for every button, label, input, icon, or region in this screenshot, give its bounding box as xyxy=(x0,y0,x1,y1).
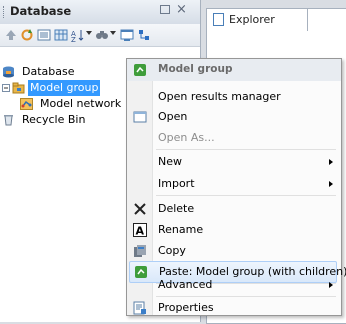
window-icon[interactable] xyxy=(120,28,134,42)
menu-item-delete[interactable]: Delete xyxy=(127,198,341,220)
tab-explorer[interactable]: Explorer xyxy=(206,8,308,31)
up-arrow-icon[interactable] xyxy=(4,28,18,42)
menu-item-open-results-manager[interactable]: Open results manager xyxy=(127,86,341,108)
menu-separator xyxy=(156,149,336,150)
menu-item-rename[interactable]: A Rename xyxy=(127,219,341,241)
list-view-icon[interactable] xyxy=(37,28,51,42)
menu-item-label: Copy xyxy=(158,244,186,257)
copy-icon xyxy=(134,245,146,257)
model-group-icon xyxy=(12,82,25,94)
menu-item-import[interactable]: Import xyxy=(127,173,341,195)
svg-text:Z: Z xyxy=(71,36,76,42)
menu-item-label: Delete xyxy=(158,202,195,215)
database-panel-header: Database × xyxy=(0,0,200,25)
menu-item-open[interactable]: Open xyxy=(127,106,341,128)
grip-handle[interactable] xyxy=(3,6,6,18)
menu-item-label: Open results manager xyxy=(158,90,281,103)
recycle-bin-icon xyxy=(4,115,13,126)
network-icon[interactable] xyxy=(137,28,151,42)
model-group-header-icon xyxy=(134,64,146,76)
menu-item-new[interactable]: New xyxy=(127,151,341,173)
grid-view-icon[interactable] xyxy=(54,28,68,42)
tree-item-label: Model network xyxy=(40,97,122,110)
tree-item-label: Database xyxy=(22,65,75,78)
restore-icon[interactable] xyxy=(160,5,170,14)
menu-header-label: Model group xyxy=(158,63,233,75)
submenu-arrow-icon xyxy=(329,181,333,187)
menu-item-copy[interactable]: Copy xyxy=(127,240,341,262)
explorer-icon xyxy=(213,13,224,26)
menu-item-label: Open As... xyxy=(158,131,215,144)
properties-icon xyxy=(133,301,146,315)
menu-item-open-as[interactable]: Open As... xyxy=(127,127,341,149)
menu-item-label: Open xyxy=(158,110,188,123)
menu-separator xyxy=(156,195,336,196)
menu-item-label: New xyxy=(158,155,182,168)
delete-icon xyxy=(134,203,146,215)
menu-item-label: Advanced xyxy=(158,278,213,291)
menu-item-label: Rename xyxy=(158,223,204,236)
rename-icon: A xyxy=(133,223,147,237)
tab-label: Explorer xyxy=(229,13,275,26)
close-icon[interactable]: × xyxy=(176,2,187,17)
menu-item-label: Properties xyxy=(158,301,214,314)
submenu-arrow-icon xyxy=(329,282,333,288)
collapse-icon[interactable] xyxy=(2,84,10,92)
model-network-icon xyxy=(20,98,33,110)
menu-item-label: Import xyxy=(158,177,195,190)
sort-dropdown-arrow-icon[interactable] xyxy=(86,31,92,35)
find-dropdown-arrow-icon[interactable] xyxy=(110,31,116,35)
tree-item-label: Recycle Bin xyxy=(22,113,86,126)
menu-item-advanced[interactable]: Advanced xyxy=(127,274,341,296)
submenu-arrow-icon xyxy=(329,159,333,165)
database-toolbar: AZ xyxy=(0,24,200,47)
open-icon xyxy=(133,111,147,123)
menu-item-properties[interactable]: Properties xyxy=(127,297,341,319)
find-icon[interactable] xyxy=(95,28,109,42)
menu-header: Model group xyxy=(127,59,341,81)
tree-item-label: Model group xyxy=(28,80,101,96)
panel-title: Database xyxy=(10,4,72,18)
svg-text:A: A xyxy=(136,225,145,238)
sort-icon[interactable]: AZ xyxy=(71,28,85,42)
database-icon xyxy=(3,66,14,78)
refresh-icon[interactable] xyxy=(20,28,34,42)
